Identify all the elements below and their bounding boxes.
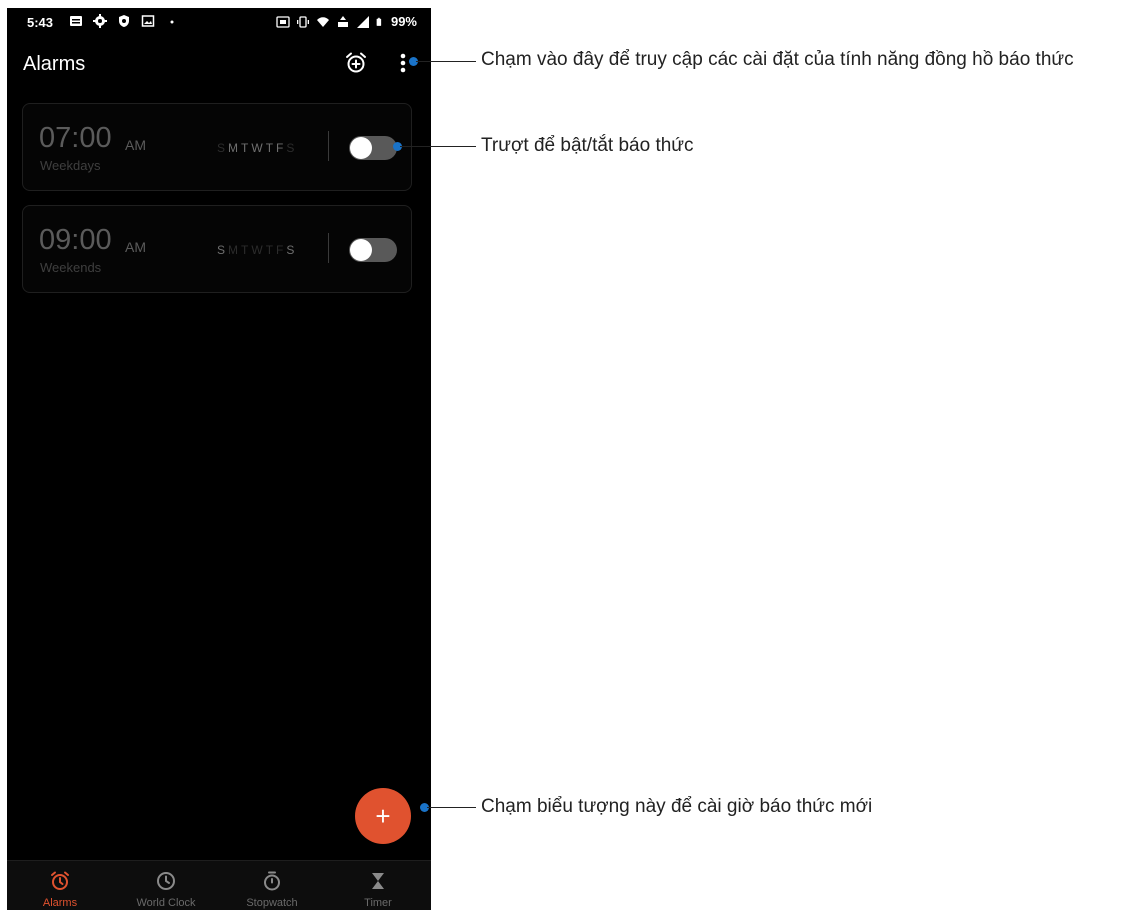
wifi-icon [316, 16, 329, 27]
day-sunday: S [217, 243, 229, 257]
dot-icon [170, 20, 174, 24]
nfc-icon [276, 15, 290, 28]
tab-world-clock[interactable]: World Clock [113, 861, 219, 910]
callout-fab: Chạm biểu tượng này để cài giờ báo thức … [481, 796, 873, 817]
tab-stopwatch[interactable]: Stopwatch [219, 861, 325, 910]
alarm-time: 09:00 [39, 224, 112, 256]
alarm-toggle[interactable] [349, 238, 397, 262]
alarm-ampm: AM [125, 137, 146, 153]
status-time: 5:43 [27, 15, 54, 30]
tab-label: World Clock [136, 897, 196, 909]
callout-line-toggle [400, 146, 476, 147]
app-bar: Alarms [7, 36, 431, 92]
status-bar: 5:43 99% [7, 8, 431, 36]
volte-icon [337, 15, 348, 27]
callout-settings: Chạm vào đây để truy cập các cài đặt của… [481, 49, 1074, 70]
vibrate-icon [296, 15, 309, 28]
shield-icon [119, 15, 129, 27]
day-monday: M [228, 243, 242, 257]
day-friday: F [276, 141, 287, 155]
bottom-nav: Alarms World Clock Stopwatch Timer [7, 860, 431, 910]
divider [328, 131, 329, 161]
day-tuesday: T [241, 141, 252, 155]
alarm-days: SMTWTFS [217, 243, 297, 257]
signal-icon [356, 15, 369, 28]
stopwatch-icon [264, 871, 280, 891]
callout-toggle: Trượt để bật/tắt báo thức [481, 135, 694, 156]
settings-gear-icon [93, 14, 107, 28]
alarm-clock-icon [51, 871, 69, 890]
day-saturday: S [286, 141, 298, 155]
alarm-card[interactable]: 07:00 AM Weekdays SMTWTFS [22, 103, 412, 191]
alarm-card[interactable]: 09:00 AM Weekends SMTWTFS [22, 205, 412, 293]
hourglass-icon [372, 873, 384, 889]
divider [328, 233, 329, 263]
phone-screen: 5:43 99% Alarms 07:00 AM Weekdays SMTWTF… [7, 8, 431, 910]
clock-icon [157, 872, 175, 890]
day-monday: M [228, 141, 242, 155]
add-alarm-icon[interactable] [343, 50, 369, 76]
alarm-toggle[interactable] [349, 136, 397, 160]
day-saturday: S [286, 243, 298, 257]
alarm-days: SMTWTFS [217, 141, 297, 155]
system-icons: 99% [276, 14, 417, 29]
day-thursday: T [265, 243, 277, 257]
day-wednesday: W [251, 141, 266, 155]
day-tuesday: T [241, 243, 252, 257]
callout-line-settings [416, 61, 476, 62]
alarm-time: 07:00 [39, 122, 112, 154]
add-alarm-fab[interactable]: + [355, 788, 411, 844]
alarm-ampm: AM [125, 239, 146, 255]
day-wednesday: W [251, 243, 266, 257]
day-thursday: T [265, 141, 277, 155]
tab-label: Stopwatch [246, 897, 298, 909]
alarm-label: Weekdays [40, 158, 101, 173]
tab-timer[interactable]: Timer [325, 861, 431, 910]
battery-icon [376, 17, 382, 26]
image-icon [141, 15, 155, 27]
page-title: Alarms [23, 53, 86, 75]
toggle-knob [350, 137, 372, 159]
day-friday: F [276, 243, 287, 257]
tab-label: Timer [364, 897, 392, 909]
day-sunday: S [217, 141, 229, 155]
notification-icons [69, 14, 179, 28]
battery-percentage: 99% [390, 14, 417, 29]
alarm-label: Weekends [40, 260, 102, 275]
tab-alarms[interactable]: Alarms [7, 861, 113, 910]
toggle-knob [350, 239, 372, 261]
message-icon [70, 16, 82, 26]
tab-label: Alarms [42, 897, 78, 909]
callout-line-fab [427, 807, 476, 808]
